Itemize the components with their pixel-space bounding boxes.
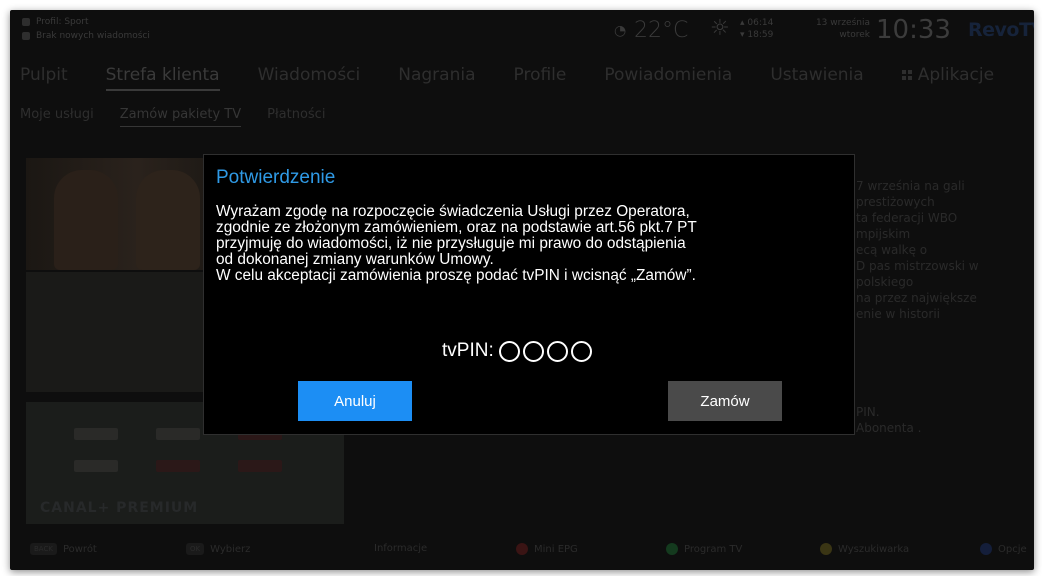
nav-item-ustawienia[interactable]: Ustawienia: [770, 65, 863, 91]
date: 13 września wtorek: [794, 17, 870, 41]
subnav-platnosci[interactable]: Płatności: [267, 107, 325, 127]
nav-item-powiadomienia[interactable]: Powiadomienia: [604, 65, 732, 91]
description-line: enie w historii: [856, 307, 940, 321]
hint-yellow-label: Wyszukiwarka: [838, 543, 910, 555]
channel-logo: [74, 460, 118, 472]
description-line: D pas mistrzowski w: [856, 259, 979, 273]
description-line: ta federacji WBO: [856, 211, 958, 225]
pin-entry[interactable]: tvPIN:: [442, 340, 595, 362]
dialog-message-line: od dokonanej zmiany warunków Umowy.: [216, 251, 494, 268]
description-line: mpijskim: [856, 227, 911, 241]
nav-item-aplikacje[interactable]: Aplikacje: [901, 65, 995, 91]
hint-blue-label: Opcje: [998, 543, 1027, 555]
green-button-icon: [666, 543, 678, 555]
background-note: PIN. Abonenta .: [856, 404, 921, 436]
pin-digit-slot[interactable]: [498, 340, 520, 362]
nav-item-pulpit[interactable]: Pulpit: [20, 65, 68, 91]
nav-item-wiadomosci[interactable]: Wiadomości: [258, 65, 361, 91]
nav-item-aplikacje-label: Aplikacje: [917, 65, 995, 85]
hint-yellow[interactable]: Wyszukiwarka: [820, 543, 909, 555]
dialog-message-line: przyjmuję do wiadomości, iż nie przysług…: [216, 235, 686, 252]
nav-item-profile[interactable]: Profile: [514, 65, 567, 91]
hint-ok-label: Wybierz: [210, 543, 251, 555]
profile-info: Profil: Sport Brak nowych wiadomości: [22, 15, 150, 43]
hint-ok[interactable]: OK Wybierz: [186, 543, 250, 555]
note-line: Abonenta .: [856, 421, 922, 435]
sub-nav: Moje usługi Zamów pakiety TV Płatności: [20, 107, 351, 127]
dialog-title: Potwierdzenie: [216, 167, 336, 188]
back-key-badge: BACK: [30, 543, 57, 555]
dialog-message-line: Wyrażam zgodę na rozpoczęcie świadczenia…: [216, 203, 690, 220]
profile-name: Profil: Sport: [36, 17, 89, 27]
hint-green-label: Program TV: [684, 543, 743, 555]
subnav-zamow-pakiety[interactable]: Zamów pakiety TV: [119, 107, 242, 127]
description-line: polskiego: [856, 275, 914, 289]
hint-info-label: Informacje: [374, 543, 428, 554]
pin-label: tvPIN:: [442, 340, 494, 361]
yellow-button-icon: [820, 543, 832, 555]
cancel-button[interactable]: Anuluj: [298, 381, 412, 421]
hint-back-label: Powrót: [62, 543, 97, 555]
messages-status: Brak nowych wiadomości: [36, 31, 150, 41]
confirmation-dialog: Potwierdzenie Wyrażam zgodę na rozpoczęc…: [203, 154, 855, 435]
status-bar: Profil: Sport Brak nowych wiadomości ◔ 2…: [10, 10, 1034, 54]
pin-digit-slot[interactable]: [546, 340, 568, 362]
clock: 10:33: [876, 15, 951, 45]
channel-logo: [238, 460, 282, 472]
subnav-moje-uslugi[interactable]: Moje usługi: [20, 107, 94, 127]
sun-times: ▴ 06:14 ▾ 18:59: [740, 18, 774, 40]
main-nav: Pulpit Strefa klienta Wiadomości Nagrani…: [20, 65, 1032, 91]
channel-logo: [156, 460, 200, 472]
hint-back[interactable]: BACK Powrót: [30, 543, 97, 555]
date-day: 13 września: [815, 18, 870, 28]
hint-red[interactable]: Mini EPG: [516, 543, 578, 555]
hint-green[interactable]: Program TV: [666, 543, 742, 555]
red-button-icon: [516, 543, 528, 555]
channel-logo: [156, 428, 200, 440]
note-line: PIN.: [856, 405, 880, 419]
dialog-message-line: W celu akceptacji zamówienia proszę poda…: [216, 267, 696, 284]
user-icon: [22, 18, 30, 26]
nav-item-strefa-klienta[interactable]: Strefa klienta: [105, 65, 220, 91]
bottom-hint-bar: BACK Powrót OK Wybierz Informacje Mini E…: [10, 530, 1034, 570]
fighter-figure: [136, 170, 200, 270]
apps-grid-icon: [901, 70, 912, 80]
pin-digit-slot[interactable]: [522, 340, 544, 362]
nav-item-nagrania[interactable]: Nagrania: [398, 65, 475, 91]
dialog-message: Wyrażam zgodę na rozpoczęcie świadczenia…: [216, 204, 852, 284]
package-label: CANAL+ PREMIUM: [40, 500, 199, 516]
fighter-figure: [54, 170, 118, 270]
description-line: 7 września na gali: [856, 179, 965, 193]
dialog-message-line: zgodnie ze złożonym zamówieniem, oraz na…: [216, 219, 697, 236]
sunrise-time: 06:14: [747, 18, 774, 28]
hint-red-label: Mini EPG: [534, 543, 578, 555]
thermometer-icon: ◔: [614, 23, 627, 39]
description-line: prestiżowych: [856, 195, 935, 209]
description-line: na przez największe: [856, 291, 977, 305]
order-button[interactable]: Zamów: [668, 381, 782, 421]
tv-screen: Profil: Sport Brak nowych wiadomości ◔ 2…: [10, 10, 1034, 570]
blue-button-icon: [980, 543, 992, 555]
hint-blue[interactable]: Opcje: [980, 543, 1027, 555]
brand-logo: RevoTV: [968, 19, 1034, 41]
sun-icon: ☼: [710, 16, 730, 41]
package-description: 7 września na gali prestiżowych ta feder…: [856, 178, 1026, 322]
temperature: 22°C: [634, 18, 689, 43]
description-line: ecą walkę o: [856, 243, 928, 257]
ok-key-badge: OK: [186, 543, 205, 555]
date-weekday: wtorek: [839, 30, 870, 40]
sunset-time: 18:59: [747, 30, 774, 40]
envelope-icon: [22, 32, 30, 40]
pin-digit-slot[interactable]: [570, 340, 592, 362]
channel-logo: [74, 428, 118, 440]
hint-info[interactable]: Informacje: [374, 543, 427, 554]
